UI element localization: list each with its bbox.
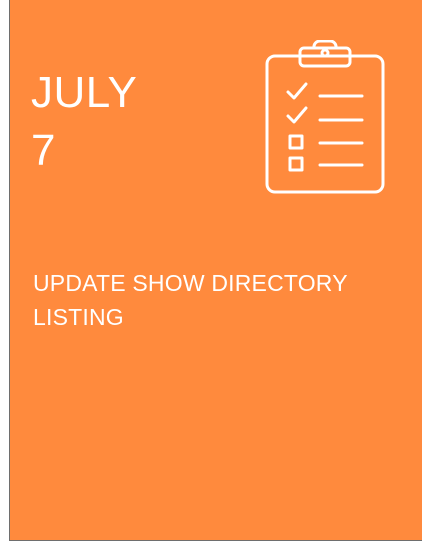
task-title: UPDATE SHOW DIRECTORY LISTING: [33, 270, 348, 330]
date-label: JULY 7: [31, 64, 137, 180]
month-label: JULY: [31, 68, 138, 117]
clipboard-checklist-icon: [265, 40, 385, 194]
day-label: 7: [31, 126, 56, 175]
task-card: JULY 7 UPDATE SHOW DIRECTORY LISTING: [9, 0, 422, 541]
